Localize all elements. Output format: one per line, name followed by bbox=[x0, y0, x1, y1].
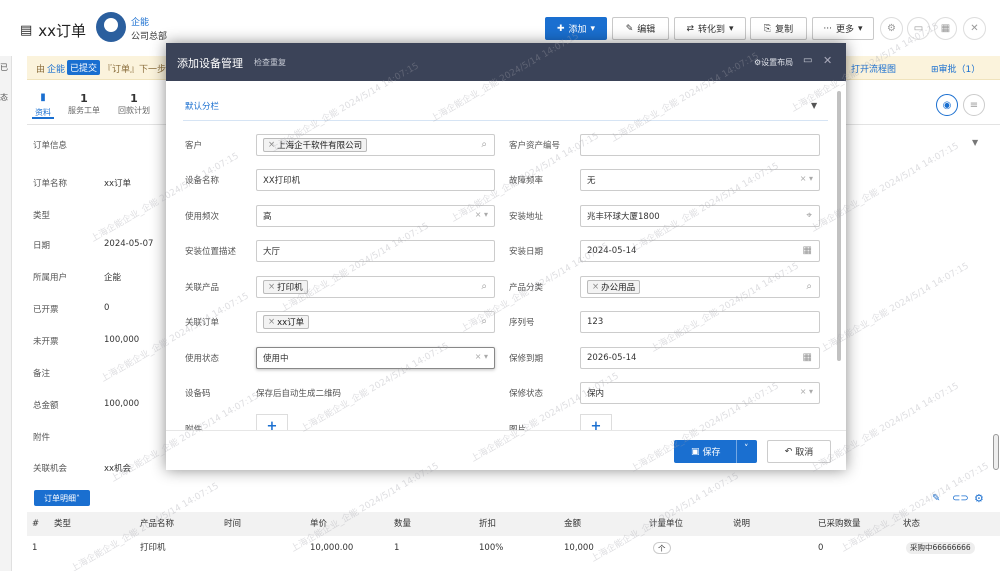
modal-title: 添加设备管理 bbox=[177, 57, 243, 70]
field-label: 设备名称 bbox=[185, 176, 220, 186]
field-value: 2024-05-14 bbox=[587, 246, 637, 256]
divider bbox=[736, 440, 737, 463]
install-date-field[interactable]: 2024-05-14 ▦ bbox=[580, 240, 820, 262]
product-field[interactable]: × 打印机 ⌕ bbox=[256, 276, 495, 298]
field-value: 兆丰环球大厦1800 bbox=[587, 212, 660, 222]
remove-icon[interactable]: × bbox=[268, 140, 275, 150]
add-device-modal: 添加设备管理 检查重复 ⚙设置布局 ▭ ✕ 默认分栏 ▼ 客户 × 上海企千软件有… bbox=[166, 43, 846, 470]
fault-frequency-select[interactable]: 无 × ▾ bbox=[580, 169, 820, 191]
clear-dropdown-icon[interactable]: × ▾ bbox=[800, 387, 813, 396]
order-tag: × xx订单 bbox=[263, 315, 310, 329]
field-label: 安装地址 bbox=[509, 212, 544, 222]
location-desc-field[interactable]: 大厅 bbox=[256, 240, 495, 262]
field-label: 使用频次 bbox=[185, 212, 220, 222]
category-field[interactable]: × 办公用品 ⌕ bbox=[580, 276, 820, 298]
save-icon: ▣ bbox=[691, 446, 700, 457]
order-field[interactable]: × xx订单 ⌕ bbox=[256, 311, 495, 333]
address-field[interactable]: 兆丰环球大厦1800 ⌖ bbox=[580, 205, 820, 227]
close-icon[interactable]: ✕ bbox=[823, 54, 832, 67]
field-label: 保修到期 bbox=[509, 354, 544, 364]
field-label: 客户 bbox=[185, 141, 203, 151]
search-icon[interactable]: ⌕ bbox=[806, 281, 812, 292]
field-label: 安装日期 bbox=[509, 247, 544, 257]
layout-settings-button[interactable]: ⚙设置布局 bbox=[754, 57, 793, 68]
location-pin-icon[interactable]: ⌖ bbox=[806, 210, 812, 221]
customer-field[interactable]: × 上海企千软件有限公司 ⌕ bbox=[256, 134, 495, 156]
field-label: 保修状态 bbox=[509, 389, 544, 399]
modal-scrollbar[interactable] bbox=[837, 91, 841, 361]
warranty-status-select[interactable]: 保内 × ▾ bbox=[580, 382, 820, 404]
category-tag: × 办公用品 bbox=[587, 280, 641, 294]
clear-dropdown-icon[interactable]: × ▾ bbox=[800, 174, 813, 183]
field-value: 2026-05-14 bbox=[587, 353, 637, 363]
search-icon[interactable]: ⌕ bbox=[481, 316, 487, 327]
search-icon[interactable]: ⌕ bbox=[481, 281, 487, 292]
field-label: 设备码 bbox=[185, 389, 211, 399]
field-label: 产品分类 bbox=[509, 283, 544, 293]
clear-dropdown-icon[interactable]: × ▾ bbox=[475, 352, 488, 361]
asset-no-field[interactable] bbox=[580, 134, 820, 156]
field-label: 序列号 bbox=[509, 318, 535, 328]
search-icon[interactable]: ⌕ bbox=[481, 139, 487, 150]
field-label: 关联订单 bbox=[185, 318, 220, 328]
undo-icon: ↶ bbox=[784, 446, 793, 457]
remove-icon[interactable]: × bbox=[592, 282, 599, 292]
field-label: 使用状态 bbox=[185, 354, 220, 364]
calendar-icon[interactable]: ▦ bbox=[803, 352, 812, 363]
warranty-end-field[interactable]: 2026-05-14 ▦ bbox=[580, 347, 820, 369]
use-status-select[interactable]: 使用中 × ▾ bbox=[256, 347, 495, 369]
select-value: 无 bbox=[587, 176, 596, 186]
check-duplicate-link[interactable]: 检查重复 bbox=[254, 57, 286, 68]
divider bbox=[183, 120, 828, 121]
remove-icon[interactable]: × bbox=[268, 282, 275, 292]
product-tag: × 打印机 bbox=[263, 280, 308, 294]
field-label: 安装位置描述 bbox=[185, 247, 237, 257]
remove-icon[interactable]: × bbox=[268, 317, 275, 327]
field-label: 故障频率 bbox=[509, 176, 544, 186]
maximize-icon[interactable]: ▭ bbox=[803, 55, 812, 66]
select-value: 使用中 bbox=[263, 354, 289, 364]
code-hint: 保存后自动生成二维码 bbox=[256, 389, 342, 399]
customer-tag: × 上海企千软件有限公司 bbox=[263, 138, 368, 152]
save-button[interactable]: ▣ 保存 ˅ bbox=[674, 440, 757, 463]
field-label: 关联产品 bbox=[185, 283, 220, 293]
select-value: 保内 bbox=[587, 389, 605, 399]
serial-field[interactable]: 123 bbox=[580, 311, 820, 333]
clear-dropdown-icon[interactable]: × ▾ bbox=[475, 210, 488, 219]
section-header[interactable]: 默认分栏 bbox=[185, 100, 219, 112]
modal-header: 添加设备管理 检查重复 ⚙设置布局 ▭ ✕ bbox=[166, 43, 846, 81]
use-frequency-select[interactable]: 高 × ▾ bbox=[256, 205, 495, 227]
chevron-down-icon[interactable]: ˅ bbox=[744, 444, 749, 454]
calendar-icon[interactable]: ▦ bbox=[803, 245, 812, 256]
section-title: 默认分栏 bbox=[185, 102, 220, 112]
cancel-button[interactable]: ↶ 取消 bbox=[767, 440, 831, 463]
select-value: 高 bbox=[263, 212, 272, 222]
field-label: 客户资产编号 bbox=[509, 141, 561, 151]
device-name-field[interactable]: XX打印机 bbox=[256, 169, 495, 191]
chevron-down-icon[interactable]: ▼ bbox=[811, 101, 817, 110]
